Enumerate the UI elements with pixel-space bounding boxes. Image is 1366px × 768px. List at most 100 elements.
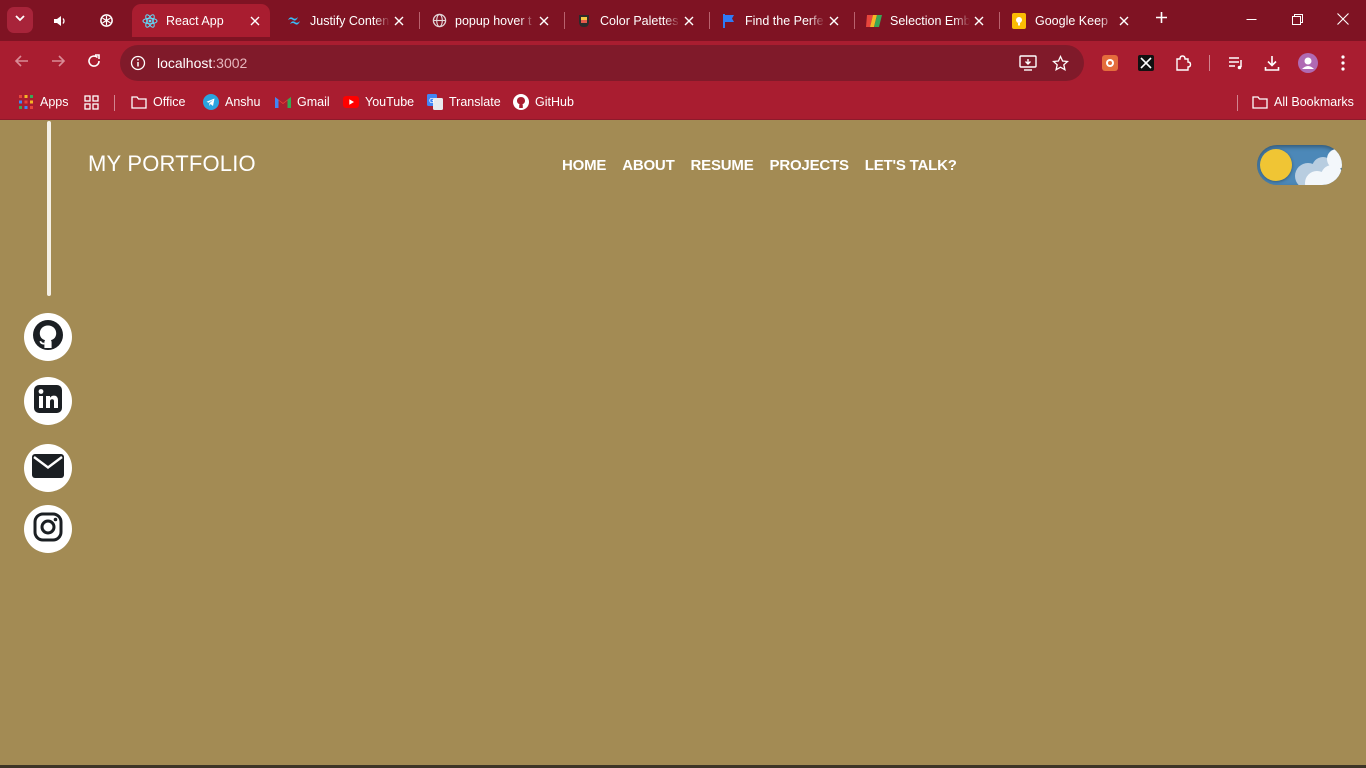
all-bookmarks-button[interactable]: All Bookmarks <box>1252 91 1354 113</box>
tab-find-the-perfect[interactable]: Find the Perfe <box>711 4 849 37</box>
bookmark-anshu[interactable]: Anshu <box>203 91 260 113</box>
bookmark-label: GitHub <box>535 95 574 109</box>
close-icon <box>1337 12 1349 30</box>
extension-icon[interactable] <box>1134 51 1158 75</box>
tab-pinned-chatgpt[interactable] <box>88 4 124 37</box>
tab-google-keep[interactable]: Google Keep <box>1001 4 1139 37</box>
all-bookmarks-label: All Bookmarks <box>1274 95 1354 109</box>
url-text: localhost:3002 <box>157 55 247 71</box>
bookmark-label: Office <box>153 95 186 109</box>
close-window-button[interactable] <box>1320 0 1366 41</box>
reload-icon <box>86 53 102 74</box>
instagram-icon <box>33 512 63 547</box>
browser-toolbar: localhost:3002 <box>0 41 1366 85</box>
speaker-icon <box>52 13 68 29</box>
media-control-icon[interactable] <box>1224 51 1248 75</box>
address-bar[interactable]: localhost:3002 <box>120 45 1084 81</box>
bookmark-office[interactable]: Office <box>131 91 185 113</box>
restore-icon <box>1291 12 1303 30</box>
tab-react-app[interactable]: React App <box>132 4 270 37</box>
youtube-icon <box>343 94 359 110</box>
forward-button[interactable] <box>44 49 72 77</box>
nav-projects[interactable]: PROJECTS <box>770 157 849 174</box>
site-info-icon[interactable] <box>129 54 147 72</box>
svg-text:G: G <box>429 97 434 105</box>
puzzle-icon[interactable] <box>1171 51 1195 75</box>
close-icon[interactable] <box>970 12 988 30</box>
linkedin-icon <box>33 384 63 419</box>
tab-pinned-audio[interactable] <box>44 4 80 37</box>
plus-icon <box>1155 11 1168 29</box>
translate-icon: G <box>427 94 443 110</box>
back-arrow-icon <box>14 53 30 74</box>
folder-icon <box>131 94 147 110</box>
tab-search-button[interactable] <box>7 7 33 33</box>
github-link[interactable] <box>24 313 72 361</box>
reload-button[interactable] <box>80 49 108 77</box>
chevron-down-icon <box>14 11 26 29</box>
nav-resume[interactable]: RESUME <box>691 157 754 174</box>
instagram-link[interactable] <box>24 505 72 553</box>
tab-popup-hover[interactable]: popup hover t <box>421 4 559 37</box>
folder-icon <box>1252 94 1268 110</box>
new-tab-button[interactable] <box>1150 9 1172 31</box>
nav-lets-talk[interactable]: LET'S TALK? <box>865 157 957 174</box>
tab-color-palettes[interactable]: Color Palettes <box>566 4 704 37</box>
bookmark-label: Anshu <box>225 95 261 109</box>
gmail-icon <box>275 94 291 110</box>
avatar[interactable] <box>1296 51 1320 75</box>
globe-icon <box>431 13 447 29</box>
star-icon[interactable] <box>1050 53 1070 73</box>
site-logo[interactable]: MY PORTFOLIO <box>88 151 256 177</box>
close-icon[interactable] <box>825 12 843 30</box>
minimize-icon <box>1246 12 1257 30</box>
tailwind-icon <box>286 13 302 29</box>
chatgpt-icon <box>98 13 114 29</box>
tab-title: React App <box>166 13 224 28</box>
linkedin-link[interactable] <box>24 377 72 425</box>
tab-justify-content[interactable]: Justify Content <box>276 4 414 37</box>
bookmark-translate[interactable]: G Translate <box>427 91 501 113</box>
react-icon <box>142 13 158 29</box>
bookmark-label: YouTube <box>365 95 415 109</box>
keep-icon <box>1011 12 1027 29</box>
minimize-button[interactable] <box>1228 0 1274 41</box>
bookmark-gmail[interactable]: Gmail <box>275 91 330 113</box>
tab-title: Justify Content <box>310 13 390 28</box>
more-vert-icon[interactable] <box>1331 51 1355 75</box>
nav-about[interactable]: ABOUT <box>622 157 675 174</box>
back-button[interactable] <box>8 49 36 77</box>
bookmark-label: Apps <box>40 95 69 109</box>
flag-icon <box>721 13 737 29</box>
sidebar-divider <box>47 121 51 296</box>
close-icon[interactable] <box>246 12 264 30</box>
install-app-icon[interactable] <box>1018 53 1038 73</box>
theme-toggle[interactable] <box>1257 145 1342 185</box>
nav-home[interactable]: HOME <box>562 157 606 174</box>
restore-button[interactable] <box>1274 0 1320 41</box>
email-link[interactable] <box>24 444 72 492</box>
bookmark-youtube[interactable]: YouTube <box>343 91 414 113</box>
close-icon[interactable] <box>390 12 408 30</box>
close-icon[interactable] <box>535 12 553 30</box>
download-icon[interactable] <box>1260 51 1284 75</box>
bookmark-label: Gmail <box>297 95 330 109</box>
tab-title: popup hover t <box>455 13 532 28</box>
url-host: localhost <box>157 55 213 71</box>
apps-grid-icon <box>18 94 34 110</box>
extension-icon[interactable] <box>1098 51 1122 75</box>
tab-groups-button[interactable] <box>83 91 105 113</box>
tab-selection-emb[interactable]: Selection Emb <box>856 4 994 37</box>
bookmark-apps[interactable]: Apps <box>18 91 69 113</box>
mail-icon <box>31 453 65 484</box>
telegram-icon <box>203 94 219 110</box>
sun-icon <box>1260 149 1292 181</box>
portfolio-page: MY PORTFOLIO HOME ABOUT RESUME PROJECTS … <box>0 121 1366 768</box>
tab-title: Selection Emb <box>890 13 970 28</box>
bookmark-github[interactable]: GitHub <box>513 91 574 113</box>
tab-title: Google Keep <box>1035 13 1108 28</box>
close-icon[interactable] <box>1115 12 1133 30</box>
close-icon[interactable] <box>680 12 698 30</box>
tab-strip: React App Justify Content popup hover t … <box>0 0 1366 41</box>
url-port: :3002 <box>212 55 248 71</box>
